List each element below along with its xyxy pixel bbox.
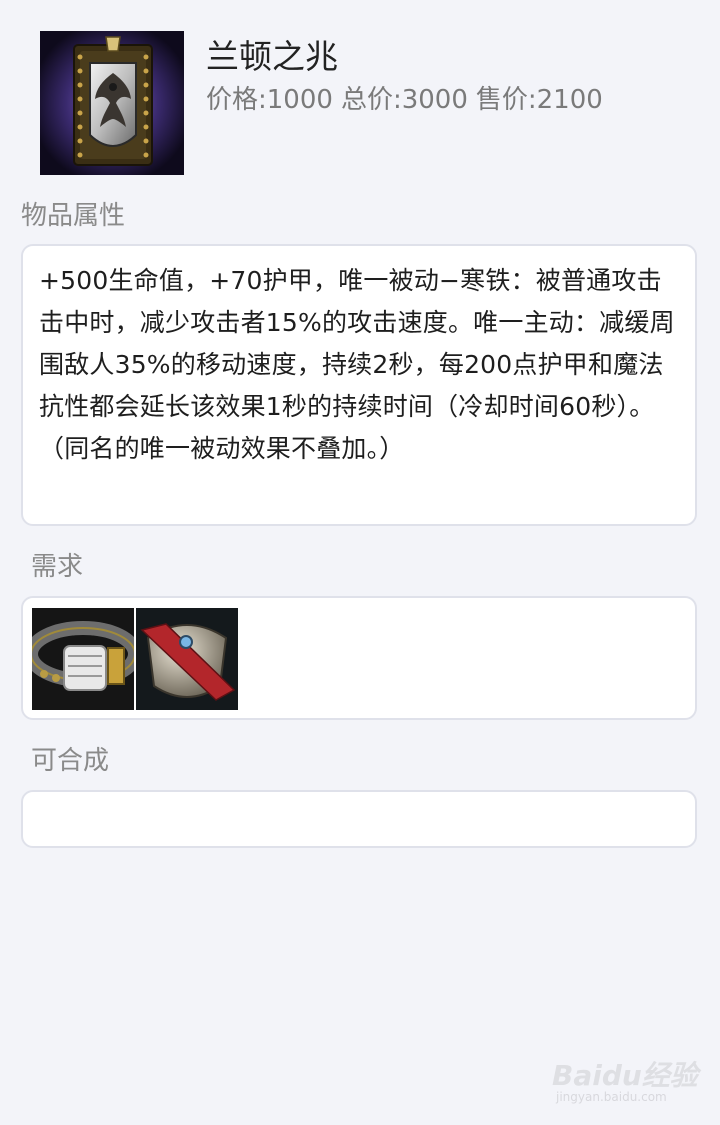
- item-header: 兰顿之兆 价格:1000 总价:3000 售价:2100: [40, 31, 700, 176]
- giants-belt-icon[interactable]: [32, 608, 134, 710]
- sell-price-value: 售价:2100: [475, 85, 603, 115]
- baidu-watermark: Baidu经验 jingyan.baidu.com: [552, 1048, 702, 1108]
- requirements-section-label: 需求: [31, 552, 84, 582]
- item-description: +500生命值，+70护甲，唯一被动−寒铁：被普通攻击击中时，减少攻击者15%的…: [39, 266, 675, 463]
- watermark-brand: Baidu经验: [552, 1059, 698, 1092]
- item-prices: 价格:1000 总价:3000 售价:2100: [206, 83, 611, 117]
- randuins-omen-shield-icon: [40, 31, 184, 175]
- requirements-card: [21, 596, 697, 720]
- item-name: 兰顿之兆: [206, 37, 338, 76]
- watermark-url: jingyan.baidu.com: [556, 1090, 667, 1104]
- warden-mail-icon[interactable]: [136, 608, 238, 710]
- price-value: 价格:1000: [206, 85, 333, 115]
- attributes-section-label: 物品属性: [21, 201, 126, 231]
- total-price-value: 总价:3000: [340, 85, 468, 115]
- builds-into-section-label: 可合成: [31, 746, 110, 776]
- attributes-card: +500生命值，+70护甲，唯一被动−寒铁：被普通攻击击中时，减少攻击者15%的…: [21, 244, 697, 526]
- builds-into-card: [21, 790, 697, 848]
